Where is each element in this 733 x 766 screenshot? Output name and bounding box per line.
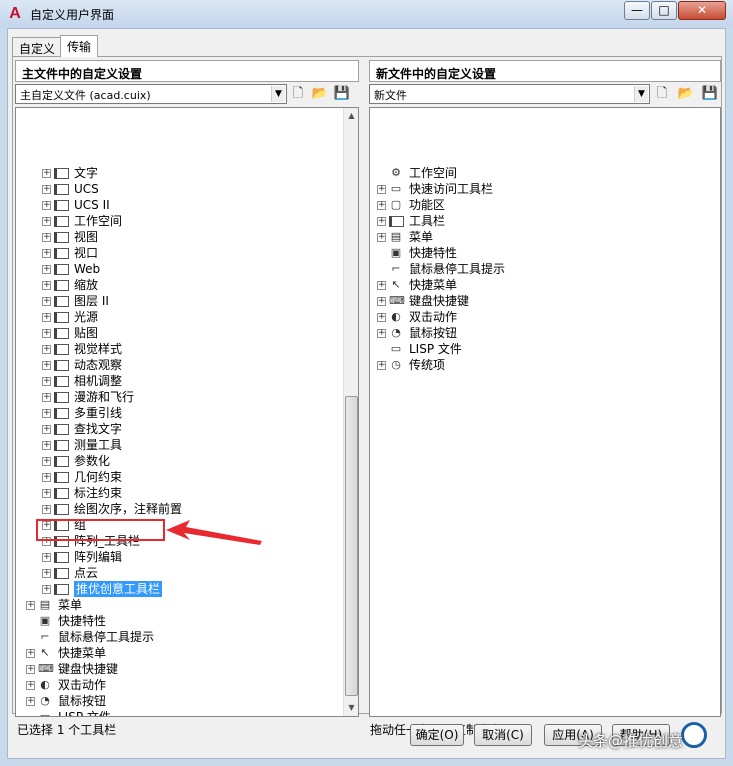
tab-transfer[interactable]: 传输: [60, 35, 99, 57]
annotation-layer: [36, 519, 262, 545]
highlight-box: [36, 519, 165, 541]
watermark: 头条@推优创意: [578, 732, 684, 750]
red-arrow-icon: [166, 520, 262, 545]
